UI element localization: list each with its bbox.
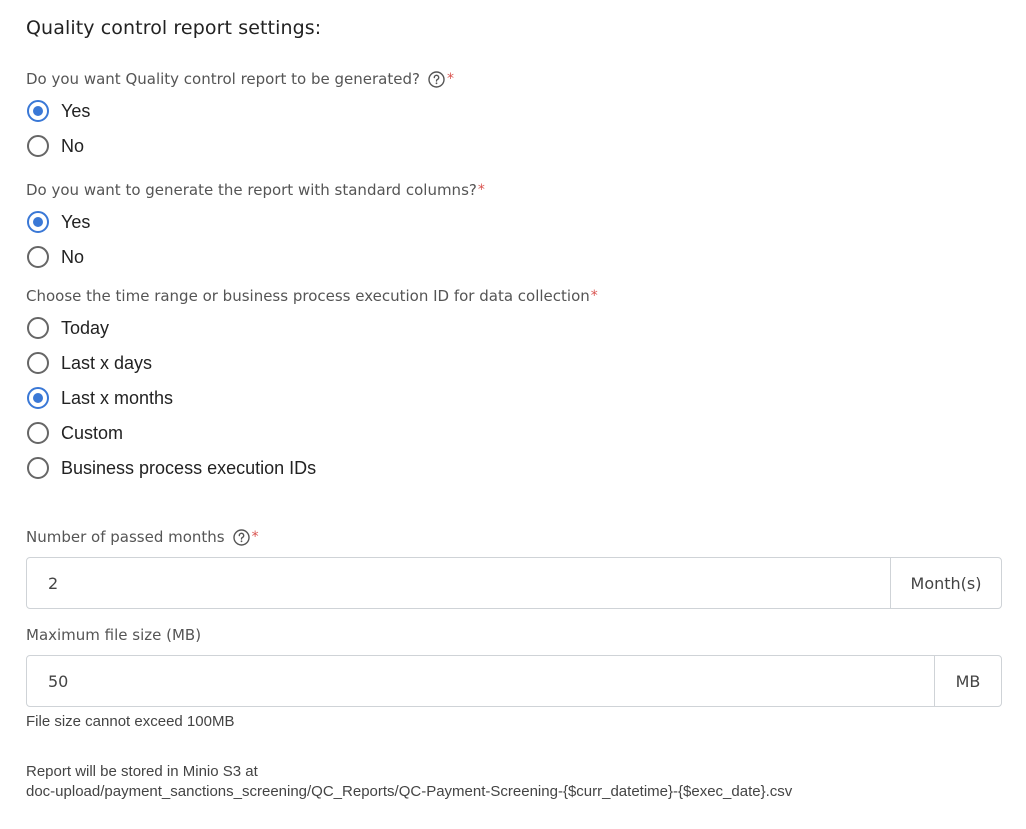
radio-label: Business process execution IDs — [61, 457, 317, 478]
months-unit-suffix: Month(s) — [890, 558, 1001, 608]
radio-label: Yes — [61, 100, 91, 121]
question-circle-icon[interactable] — [428, 70, 445, 88]
q3-option-custom[interactable]: Custom — [27, 421, 123, 445]
months-input[interactable] — [27, 558, 890, 608]
q3-option-business-process-ids[interactable]: Business process execution IDs — [27, 456, 316, 480]
filesize-label: Maximum file size (MB) — [26, 626, 202, 644]
q2-option-yes[interactable]: Yes — [27, 210, 90, 234]
filesize-label-row: Maximum file size (MB) — [26, 626, 201, 644]
required-asterisk: * — [446, 71, 454, 87]
storage-note: Report will be stored in Minio S3 at doc… — [26, 762, 792, 802]
radio-button[interactable] — [27, 422, 49, 444]
q3-option-last-x-months[interactable]: Last x months — [27, 386, 173, 410]
radio-button[interactable] — [27, 135, 49, 157]
filesize-unit-suffix: MB — [934, 656, 1001, 706]
q2-option-no[interactable]: No — [27, 245, 84, 269]
q1-option-no[interactable]: No — [27, 134, 84, 158]
radio-button[interactable] — [27, 457, 49, 479]
months-input-group: Month(s) — [26, 557, 1002, 609]
storage-path: doc-upload/payment_sanctions_screening/Q… — [26, 783, 793, 800]
q3-option-today[interactable]: Today — [27, 316, 109, 340]
radio-button[interactable] — [27, 246, 49, 268]
radio-label: Last x months — [61, 387, 174, 408]
q1-label: Do you want Quality control report to be… — [26, 70, 420, 88]
radio-button[interactable] — [27, 352, 49, 374]
q1-label-row: Do you want Quality control report to be… — [26, 70, 454, 88]
radio-label: Last x days — [61, 352, 153, 373]
filesize-help-text: File size cannot exceed 100MB — [26, 713, 235, 730]
q2-label-row: Do you want to generate the report with … — [26, 181, 485, 199]
months-label-row: Number of passed months * — [26, 528, 259, 546]
q2-label: Do you want to generate the report with … — [26, 181, 477, 199]
required-asterisk: * — [590, 288, 598, 304]
q3-label-row: Choose the time range or business proces… — [26, 287, 598, 305]
radio-label: Custom — [61, 422, 124, 443]
radio-button[interactable] — [27, 211, 49, 233]
filesize-input-group: MB — [26, 655, 1002, 707]
radio-label: No — [61, 246, 85, 267]
radio-button[interactable] — [27, 100, 49, 122]
required-asterisk: * — [251, 529, 259, 545]
months-label: Number of passed months — [26, 528, 225, 546]
required-asterisk: * — [477, 182, 485, 198]
section-title: Quality control report settings: — [26, 17, 322, 39]
storage-note-line1: Report will be stored in Minio S3 at — [26, 763, 258, 780]
radio-button[interactable] — [27, 317, 49, 339]
radio-label: Today — [61, 317, 110, 338]
filesize-input[interactable] — [27, 656, 934, 706]
q3-label: Choose the time range or business proces… — [26, 287, 590, 305]
q3-option-last-x-days[interactable]: Last x days — [27, 351, 152, 375]
question-circle-icon[interactable] — [232, 528, 250, 546]
radio-label: No — [61, 135, 85, 156]
radio-label: Yes — [61, 211, 91, 232]
radio-button[interactable] — [27, 387, 49, 409]
q1-option-yes[interactable]: Yes — [27, 99, 90, 123]
